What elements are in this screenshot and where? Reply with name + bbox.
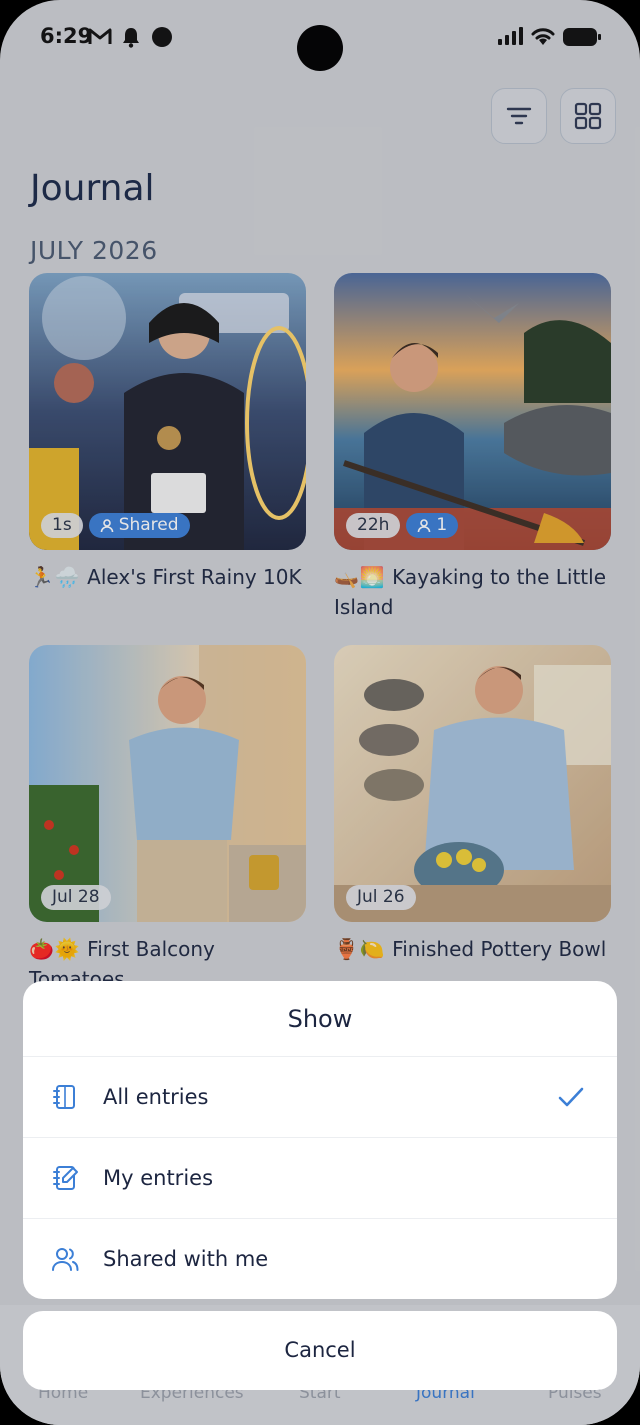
checkmark-icon: [558, 1087, 584, 1107]
sheet-title: Show: [23, 981, 617, 1057]
option-label: My entries: [103, 1166, 214, 1190]
filter-action-sheet: Show All entries My entries Shared with …: [23, 981, 617, 1299]
users-icon: [52, 1248, 79, 1271]
option-label: All entries: [103, 1085, 209, 1109]
option-shared-with-me[interactable]: Shared with me: [23, 1219, 617, 1299]
option-all-entries[interactable]: All entries: [23, 1057, 617, 1138]
option-my-entries[interactable]: My entries: [23, 1138, 617, 1219]
notebook-icon: [53, 1085, 75, 1109]
edit-notebook-icon: [53, 1166, 78, 1190]
cancel-button[interactable]: Cancel: [23, 1311, 617, 1390]
option-label: Shared with me: [103, 1247, 269, 1271]
phone-screen: 6:29 Journal JULY 2026 1s Shared 🏃🌧️ Ale…: [0, 0, 640, 1425]
